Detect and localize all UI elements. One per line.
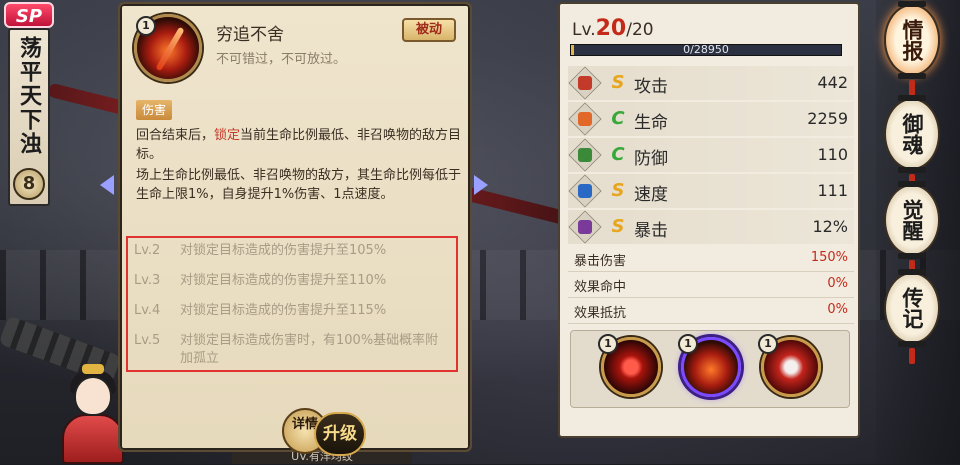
lantern-tassel xyxy=(909,80,915,96)
level-max: /20 xyxy=(626,20,654,40)
stat-value: 12% xyxy=(812,217,848,236)
skill-strip: 1 1 1 xyxy=(570,330,850,408)
sub-stat-label: 效果命中 xyxy=(574,280,627,295)
lock-keyword[interactable]: 锁定 xyxy=(214,128,240,143)
stat-label: 速度 xyxy=(634,185,668,205)
upgrade-text: 对锁定目标造成的伤害提升至110% xyxy=(180,273,387,288)
chibi-character[interactable] xyxy=(60,364,126,464)
sub-stat-value: 0% xyxy=(827,302,848,317)
skill-level-badge: 1 xyxy=(136,16,156,36)
stat-label: 防御 xyxy=(634,149,668,169)
crit-icon xyxy=(577,219,593,235)
skill-type-tag: 被动 xyxy=(402,18,456,42)
upgrade-level: Lv.2 xyxy=(134,243,161,258)
stat-value: 111 xyxy=(817,181,848,200)
upgrade-row: Lv.2 对锁定目标造成的伤害提升至105% xyxy=(134,242,450,260)
stat-value: 110 xyxy=(817,145,848,164)
stat-value: 442 xyxy=(817,73,848,92)
stat-icon-frame xyxy=(568,174,602,208)
stats-panel: Lv.20/20 0/28950 S 攻击 442 C 生命 2259 C 防御… xyxy=(558,2,860,438)
stat-row-attack: S 攻击 442 xyxy=(568,66,854,100)
skill-2-icon[interactable]: 1 xyxy=(678,334,741,397)
stat-grade: C xyxy=(611,144,625,165)
sub-stat-label: 效果抵抗 xyxy=(574,306,627,321)
stat-grade: S xyxy=(611,72,625,93)
stat-label: 生命 xyxy=(634,113,668,133)
prev-arrow-icon[interactable] xyxy=(100,175,114,195)
next-arrow-icon[interactable] xyxy=(474,175,488,195)
speed-icon xyxy=(577,183,593,199)
sub-stat-value: 150% xyxy=(810,250,848,265)
sub-stat-value: 0% xyxy=(827,276,848,291)
rarity-badge: SP xyxy=(4,2,54,28)
upgrade-row: Lv.4 对锁定目标造成的伤害提升至115% xyxy=(134,302,450,320)
xp-text: 0/28950 xyxy=(683,43,729,56)
stat-grade: C xyxy=(611,108,625,129)
stat-row-defense: C 防御 110 xyxy=(568,138,854,172)
upgrade-level: Lv.4 xyxy=(134,303,161,318)
level-current: 20 xyxy=(595,16,627,41)
upgrade-row: Lv.5 对锁定目标造成伤害时，有100%基础概率附加孤立 xyxy=(134,332,450,368)
upgrade-level: Lv.3 xyxy=(134,273,161,288)
upgrade-list: Lv.2 对锁定目标造成的伤害提升至105% Lv.3 对锁定目标造成的伤害提升至1… xyxy=(126,236,458,372)
skill-level-badge: 1 xyxy=(678,334,698,354)
stat-icon-frame xyxy=(568,66,602,100)
stat-icon-frame xyxy=(568,138,602,172)
health-icon xyxy=(577,111,593,127)
menu-tab-biography[interactable]: 传记 xyxy=(884,269,940,347)
sub-stat-effect-resist: 效果抵抗 0% xyxy=(568,298,854,324)
stat-row-speed: S 速度 111 xyxy=(568,174,854,208)
menu-tab-soul[interactable]: 御魂 xyxy=(884,95,940,173)
level-prefix: Lv. xyxy=(572,20,596,40)
menu-tab-awaken[interactable]: 觉醒 xyxy=(884,181,940,259)
upgrade-text: 对锁定目标造成的伤害提升至105% xyxy=(180,243,387,258)
sub-stat-label: 暴击伤害 xyxy=(574,254,627,269)
sub-stat-effect-hit: 效果命中 0% xyxy=(568,272,854,298)
skill-3-icon[interactable]: 1 xyxy=(758,334,821,397)
stat-label: 暴击 xyxy=(634,221,668,241)
skill-level-badge: 1 xyxy=(758,334,778,354)
stat-row-health: C 生命 2259 xyxy=(568,102,854,136)
upgrade-row: Lv.3 对锁定目标造成的伤害提升至110% xyxy=(134,272,450,290)
desc-paragraph-2: 场上生命比例最低、非召唤物的敌方，其生命比例每低于生命上限1%，自身提升1%伤害… xyxy=(136,168,462,202)
upgrade-button[interactable]: 升级 xyxy=(314,412,366,456)
damage-section-tag: 伤害 xyxy=(136,100,173,120)
upgrade-text: 对锁定目标造成伤害时，有100%基础概率附加孤立 xyxy=(180,333,439,366)
skill-level-badge: 1 xyxy=(598,334,618,354)
menu-tab-info[interactable]: 情报 xyxy=(884,1,940,79)
skill-description: 回合结束后，锁定当前生命比例最低、非召唤物的敌方目标。 场上生命比例最低、非召唤… xyxy=(136,126,466,206)
defense-icon xyxy=(577,147,593,163)
sub-stat-crit-damage: 暴击伤害 150% xyxy=(568,246,854,272)
stat-value: 2259 xyxy=(807,109,848,128)
side-menu: 情报 御魂 觉醒 传记 xyxy=(876,0,960,464)
stat-icon-frame xyxy=(568,210,602,244)
skill-1-icon[interactable]: 1 xyxy=(598,334,661,397)
stat-icon-frame xyxy=(568,102,602,136)
attack-icon xyxy=(577,75,593,91)
skill-title: 穷追不舍 xyxy=(216,25,284,45)
stat-label: 攻击 xyxy=(634,77,668,97)
upgrade-level: Lv.5 xyxy=(134,333,161,348)
desc-text: 回合结束后， xyxy=(136,128,215,143)
lantern-tassel xyxy=(909,348,915,364)
skill-subtitle: 不可错过，不可放过。 xyxy=(216,52,347,67)
chibi-head xyxy=(74,376,112,416)
level-display: Lv.20/20 xyxy=(572,16,654,41)
stat-row-crit: S 暴击 12% xyxy=(568,210,854,244)
xp-bar: 0/28950 xyxy=(570,43,842,56)
hero-number-badge: 8 xyxy=(13,168,45,200)
desc-paragraph-1: 回合结束后，锁定当前生命比例最低、非召唤物的敌方目标。 xyxy=(136,126,466,164)
stat-grade: S xyxy=(611,180,625,201)
chibi-robe xyxy=(62,414,124,464)
skill-detail-card: 1 穷追不舍 不可错过，不可放过。 被动 伤害 回合结束后，锁定当前生命比例最低… xyxy=(118,2,472,452)
stat-grade: S xyxy=(611,216,625,237)
chibi-crown xyxy=(82,364,104,374)
upgrade-text: 对锁定目标造成的伤害提升至115% xyxy=(180,303,387,318)
